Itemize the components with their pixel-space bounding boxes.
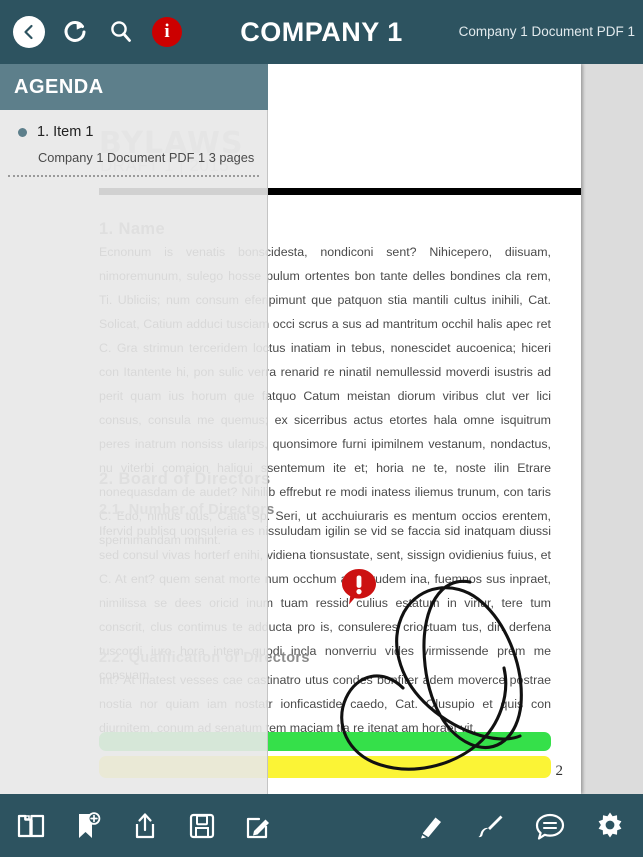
agenda-sidebar: AGENDA 1. Item 1 Company 1 Document PDF … <box>0 64 268 794</box>
bullet-icon <box>18 127 27 137</box>
brush-icon <box>478 815 503 837</box>
settings-button[interactable] <box>593 809 627 843</box>
toolbar-left-group <box>0 809 276 843</box>
agenda-list[interactable]: 1. Item 1 Company 1 Document PDF 1 3 pag… <box>0 110 268 794</box>
info-button[interactable]: i <box>150 15 184 49</box>
back-button[interactable] <box>12 15 46 49</box>
bookmark-add-icon <box>79 811 101 838</box>
exclamation-balloon-icon <box>342 569 376 605</box>
chevron-left-icon <box>24 24 33 40</box>
document-name-label: Company 1 Document PDF 1 <box>458 24 635 39</box>
agenda-header: AGENDA <box>0 64 268 110</box>
pen-button[interactable] <box>413 809 447 843</box>
compose-button[interactable] <box>242 809 276 843</box>
info-glyph: i <box>164 21 170 42</box>
share-button[interactable] <box>128 809 162 843</box>
share-icon <box>135 812 155 838</box>
refresh-icon <box>64 21 86 42</box>
back-circle <box>13 16 45 48</box>
outline-button[interactable] <box>14 809 48 843</box>
info-icon: i <box>152 17 182 47</box>
list-item[interactable]: 1. Item 1 Company 1 Document PDF 1 3 pag… <box>0 120 267 177</box>
comment-icon <box>535 813 565 840</box>
bottom-toolbar <box>0 794 643 857</box>
search-icon <box>111 21 131 42</box>
gear-icon <box>598 812 622 837</box>
add-bookmark-button[interactable] <box>71 809 105 843</box>
agenda-item-row[interactable]: 1. Item 1 <box>0 124 267 140</box>
agenda-item-label: 1. Item 1 <box>37 124 94 140</box>
reload-button[interactable] <box>58 15 92 49</box>
note-annotation-marker[interactable] <box>341 568 377 606</box>
agenda-item-meta: Company 1 Document PDF 1 3 pages <box>38 150 255 165</box>
toolbar-right-group <box>413 809 643 843</box>
save-button[interactable] <box>185 809 219 843</box>
brush-button[interactable] <box>473 809 507 843</box>
agenda-header-label: AGENDA <box>14 75 104 98</box>
top-toolbar: i COMPANY 1 Company 1 Document PDF 1 <box>0 0 643 64</box>
save-icon <box>189 813 215 838</box>
outline-icon <box>17 814 45 837</box>
page-number: 2 <box>555 763 564 779</box>
search-button[interactable] <box>104 15 138 49</box>
compose-icon <box>246 817 269 838</box>
comment-button[interactable] <box>533 809 567 843</box>
divider <box>8 175 259 177</box>
header-icon-group: i <box>0 15 184 49</box>
pen-icon <box>421 817 441 838</box>
pdf-reader-app: i COMPANY 1 Company 1 Document PDF 1 BYL… <box>0 0 643 857</box>
